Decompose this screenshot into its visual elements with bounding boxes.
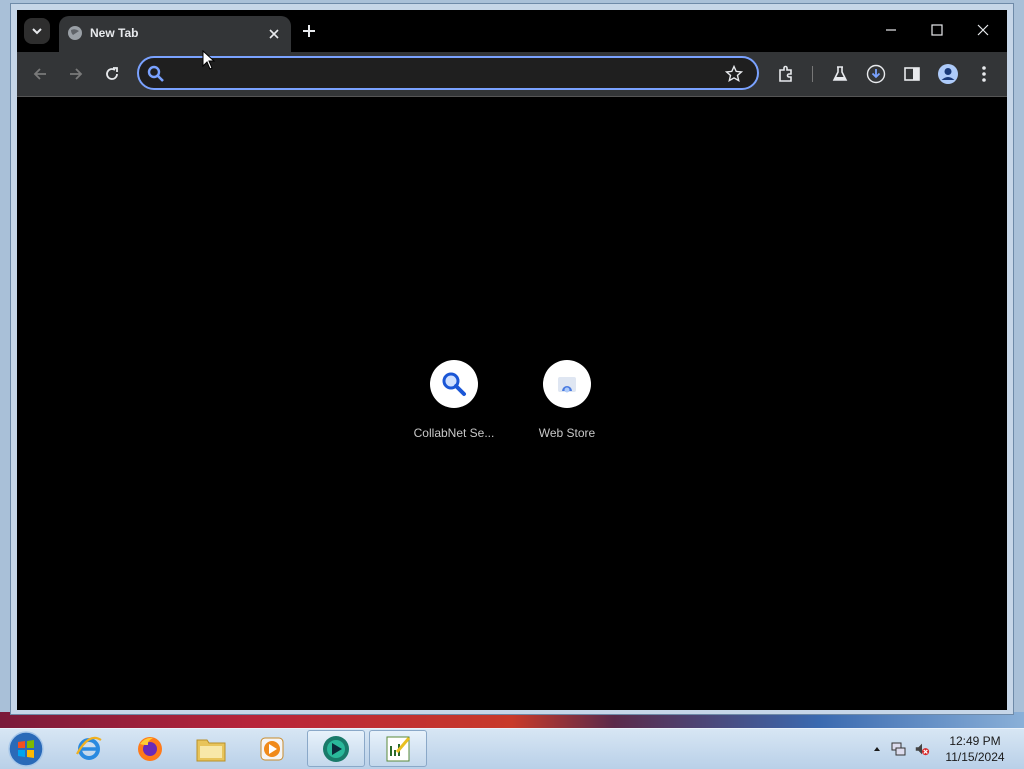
menu-button[interactable] xyxy=(972,62,996,86)
shortcut-label: CollabNet Se... xyxy=(413,426,495,440)
taskbar: 12:49 PM 11/15/2024 xyxy=(0,728,1024,769)
side-panel-icon xyxy=(904,67,920,81)
toolbar-divider xyxy=(812,66,813,82)
network-tray-icon[interactable] xyxy=(890,741,906,757)
labs-button[interactable] xyxy=(828,62,852,86)
shortcut-web-store[interactable]: Web Store xyxy=(511,360,623,450)
tab-close-icon[interactable] xyxy=(265,25,283,43)
start-button[interactable] xyxy=(6,730,46,768)
close-window-button[interactable] xyxy=(965,18,1001,42)
close-icon xyxy=(977,24,989,36)
volume-tray-icon[interactable] xyxy=(914,741,930,757)
flask-icon xyxy=(832,66,848,81)
search-icon xyxy=(442,372,466,396)
mouse-cursor-icon xyxy=(202,50,216,70)
browser-taskbar-item[interactable] xyxy=(307,730,365,767)
back-button[interactable] xyxy=(28,62,52,86)
speaker-muted-icon xyxy=(915,743,930,756)
new-tab-page: CollabNet Se... Web Store xyxy=(17,97,1007,710)
tab-strip: New Tab xyxy=(17,10,1007,52)
media-player-icon xyxy=(260,737,284,760)
shortcut-collabnet[interactable]: CollabNet Se... xyxy=(398,360,510,450)
chevron-up-icon xyxy=(874,747,880,751)
bookmark-star-icon[interactable] xyxy=(725,65,743,83)
more-vert-icon xyxy=(982,66,986,82)
spreadsheet-app-icon xyxy=(386,736,411,761)
spreadsheet-taskbar-item[interactable] xyxy=(369,730,427,767)
minimize-button[interactable] xyxy=(873,18,909,42)
address-bar[interactable] xyxy=(137,56,759,90)
network-icon xyxy=(891,742,906,756)
reload-icon xyxy=(106,67,118,80)
side-panel-button[interactable] xyxy=(900,62,924,86)
shortcut-icon-circle xyxy=(543,360,591,408)
maximize-button[interactable] xyxy=(919,18,955,42)
tab-search-button[interactable] xyxy=(24,18,50,44)
profile-button[interactable] xyxy=(936,62,960,86)
forward-button[interactable] xyxy=(64,62,88,86)
media-player-taskbar-item[interactable] xyxy=(243,730,301,767)
address-input[interactable] xyxy=(173,64,717,86)
minimize-icon xyxy=(886,29,896,31)
internet-explorer-icon xyxy=(76,736,102,760)
taskbar-clock[interactable]: 12:49 PM 11/15/2024 xyxy=(940,733,1010,765)
file-explorer-taskbar-item[interactable] xyxy=(182,730,240,767)
avatar-icon xyxy=(938,64,958,84)
browser-toolbar xyxy=(17,52,1007,97)
plus-icon xyxy=(303,25,315,37)
browser-app-icon xyxy=(323,735,349,762)
arrow-right-icon xyxy=(70,68,83,80)
clock-time: 12:49 PM xyxy=(949,734,1001,748)
download-icon xyxy=(866,64,886,84)
clock-date: 11/15/2024 xyxy=(945,750,1005,764)
web-store-icon xyxy=(558,377,576,393)
arrow-left-icon xyxy=(33,68,46,80)
reload-button[interactable] xyxy=(100,62,124,86)
show-hidden-icons-button[interactable] xyxy=(869,741,885,757)
search-icon xyxy=(147,65,164,82)
windows-logo-icon xyxy=(8,731,44,767)
shortcut-label: Web Store xyxy=(538,426,596,440)
maximize-icon xyxy=(931,24,943,36)
tab-new-tab[interactable]: New Tab xyxy=(59,16,291,52)
tab-title: New Tab xyxy=(90,26,139,40)
browser-window: New Tab CollabNet Se... Web Store xyxy=(17,10,1007,710)
firefox-taskbar-item[interactable] xyxy=(121,730,179,767)
new-tab-button[interactable] xyxy=(298,20,320,42)
firefox-icon xyxy=(138,736,162,761)
downloads-button[interactable] xyxy=(864,62,888,86)
shortcut-icon-circle xyxy=(430,360,478,408)
chevron-down-icon xyxy=(32,28,42,35)
internet-explorer-taskbar-item[interactable] xyxy=(60,730,118,767)
puzzle-icon xyxy=(779,65,792,82)
globe-icon xyxy=(68,26,82,40)
extensions-button[interactable] xyxy=(774,62,798,86)
file-explorer-icon xyxy=(196,739,226,761)
